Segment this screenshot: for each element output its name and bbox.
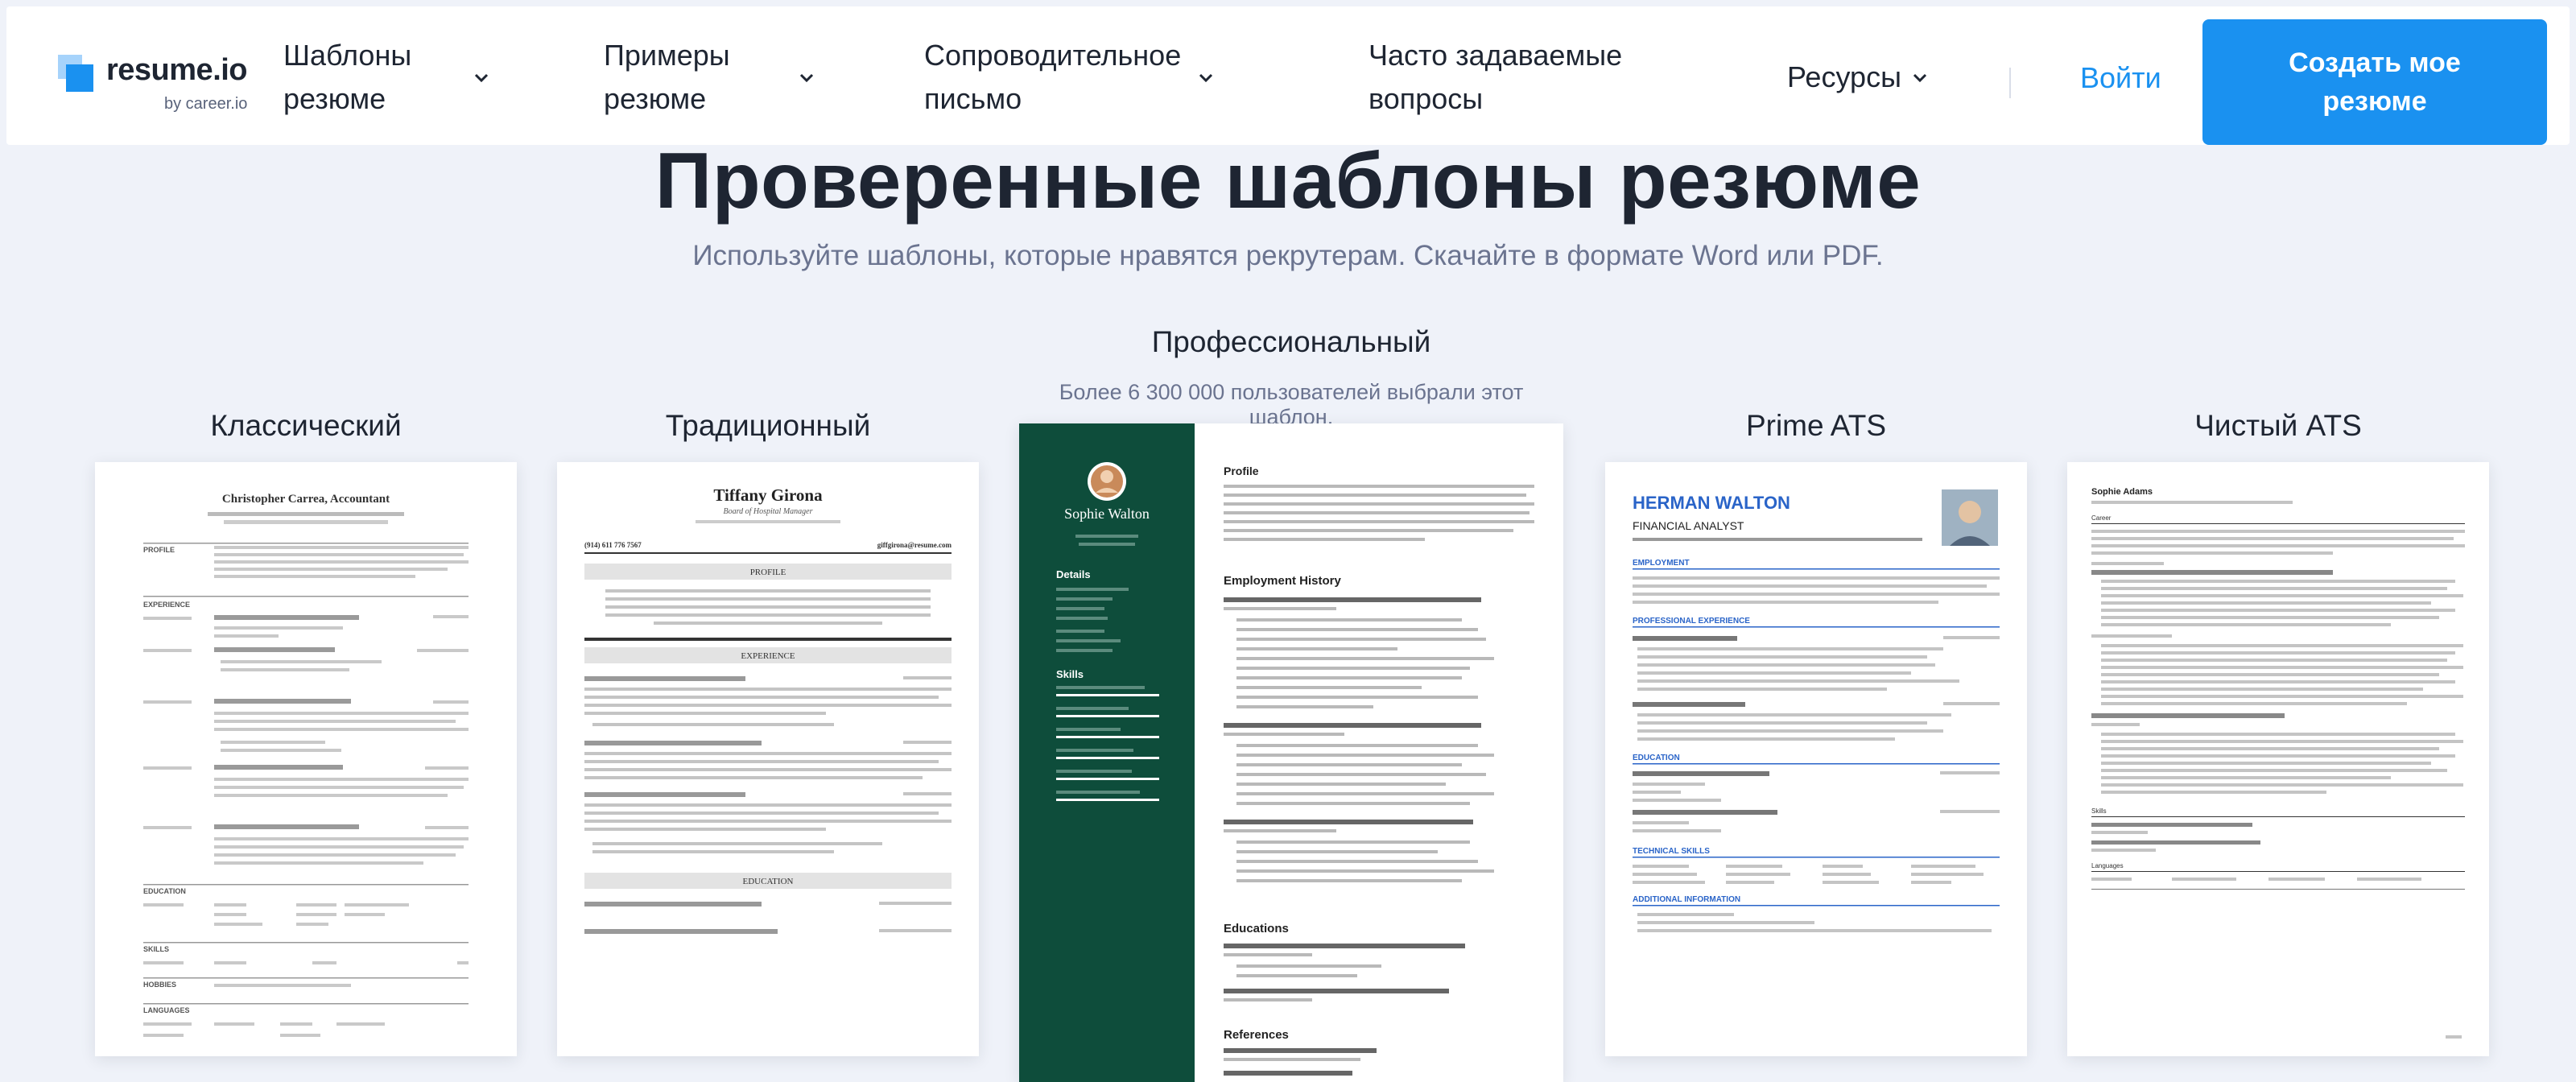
nav-item-faq[interactable]: Часто задаваемые вопросы: [1368, 37, 1622, 118]
traditional-section-profile: PROFILE: [750, 568, 786, 577]
professional-section-profile: Profile: [1224, 465, 1259, 477]
traditional-email: giffgirona@resume.com: [877, 541, 952, 549]
nav-item-cover-letter-line1: Сопроводительное: [924, 39, 1182, 72]
logo-subtitle: by career.io: [164, 95, 248, 113]
nav-item-resume-templates-label: Шаблоны резюме: [283, 34, 411, 121]
chevron-down-icon: [475, 73, 489, 83]
clean-section-skills: Skills: [2091, 807, 2107, 815]
login-link[interactable]: Войти: [2080, 61, 2161, 95]
resume-preview-prime-ats: HERMAN WALTON FINANCIAL ANALYST EMPLOYME…: [1633, 489, 2000, 932]
create-resume-button-line1: Создать мое: [2289, 47, 2461, 78]
professional-name: Sophie Walton: [1064, 506, 1150, 522]
nav-item-resume-examples-line2: резюме: [604, 82, 707, 115]
nav-item-resources-label: Ресурсы: [1787, 60, 1901, 93]
template-card-clean-ats[interactable]: Sophie Adams Career Skills Languages: [2067, 462, 2489, 1056]
prime-section-employment: EMPLOYMENT: [1633, 559, 1690, 568]
logo-mark-icon: [58, 55, 93, 92]
template-card-prime-ats[interactable]: HERMAN WALTON FINANCIAL ANALYST EMPLOYME…: [1605, 462, 2027, 1056]
create-resume-button-line2: резюме: [2322, 86, 2427, 117]
nav-divider: [2009, 68, 2011, 98]
chevron-down-icon: [1199, 73, 1213, 83]
logo-text: resume.io: [106, 53, 248, 87]
classic-section-languages: LANGUAGES: [143, 1006, 190, 1014]
classic-section-skills: SKILLS: [143, 945, 169, 953]
resume-preview-professional: Sophie Walton Details Skills Profile Emp…: [1019, 423, 1534, 1082]
professional-section-employment: Employment History: [1224, 574, 1342, 588]
nav-item-cover-letter-line2: письмо: [924, 82, 1022, 115]
template-label-professional: Профессиональный: [1151, 325, 1431, 358]
traditional-name: Tiffany Girona: [713, 485, 823, 505]
clean-section-languages: Languages: [2091, 862, 2124, 869]
chevron-down-icon: [799, 73, 813, 83]
clean-section-career: Career: [2091, 514, 2112, 522]
professional-section-educations: Educations: [1224, 922, 1289, 935]
classic-name: Christopher Carrea, Accountant: [222, 493, 390, 506]
nav-item-cover-letter-label: Сопроводительное письмо: [924, 34, 1181, 121]
prime-section-additional-info: ADDITIONAL INFORMATION: [1633, 895, 1740, 904]
nav-item-faq-label: Часто задаваемые вопросы: [1368, 34, 1622, 121]
professional-section-references: References: [1224, 1028, 1289, 1042]
resume-preview-clean-ats: Sophie Adams Career Skills Languages: [2091, 487, 2465, 1039]
template-label-traditional: Традиционный: [665, 409, 871, 442]
template-label-prime-ats: Prime ATS: [1745, 409, 1887, 442]
classic-section-experience: EXPERIENCE: [143, 601, 190, 609]
nav-item-resume-examples-label: Примеры резюме: [604, 34, 730, 121]
page-title: Проверенные шаблоны резюме: [654, 136, 1922, 225]
classic-section-profile: PROFILE: [143, 546, 175, 554]
template-popularity-note: Более 6 300 000 пользователей выбрали эт…: [1059, 380, 1524, 429]
template-card-classic[interactable]: Christopher Carrea, Accountant PROFILE E…: [95, 462, 517, 1056]
professional-section-details: Details: [1056, 568, 1091, 580]
resume-io-logo[interactable]: resume.io by career.io: [52, 48, 261, 121]
traditional-section-education: EDUCATION: [743, 877, 794, 886]
traditional-section-experience: EXPERIENCE: [741, 651, 795, 661]
prime-section-education: EDUCATION: [1633, 754, 1680, 762]
prime-section-professional-experience: PROFESSIONAL EXPERIENCE: [1633, 617, 1750, 626]
traditional-phone: (914) 611 776 7567: [584, 541, 642, 549]
chevron-down-icon: [1913, 73, 1927, 83]
nav-item-cover-letter[interactable]: Сопроводительное письмо: [924, 37, 1215, 118]
top-navigation: resume.io by career.io Шаблоны резюме Пр…: [6, 6, 2570, 145]
traditional-role: Board of Hospital Manager: [723, 507, 812, 516]
resume-preview-classic: Christopher Carrea, Accountant PROFILE E…: [143, 493, 469, 1037]
template-label-clean-ats: Чистый ATS: [2194, 409, 2362, 442]
nav-item-faq-line2: вопросы: [1368, 82, 1484, 115]
template-label-classic: Классический: [210, 409, 402, 442]
prime-section-technical-skills: TECHNICAL SKILLS: [1633, 847, 1710, 856]
nav-item-resume-examples-line1: Примеры: [604, 39, 730, 72]
resume-preview-traditional: Tiffany Girona Board of Hospital Manager…: [584, 485, 952, 934]
nav-item-resume-templates-line2: резюме: [283, 82, 386, 115]
nav-item-resume-templates[interactable]: Шаблоны резюме: [283, 37, 490, 118]
nav-item-resources[interactable]: Ресурсы: [1787, 37, 1929, 118]
classic-section-hobbies: HOBBIES: [143, 981, 176, 989]
prime-name: HERMAN WALTON: [1633, 493, 1790, 513]
template-card-traditional[interactable]: Tiffany Girona Board of Hospital Manager…: [557, 462, 979, 1056]
professional-section-skills: Skills: [1056, 668, 1084, 680]
page-subtitle: Используйте шаблоны, которые нравятся ре…: [692, 240, 1884, 271]
prime-photo-avatar: [1942, 489, 1998, 546]
nav-item-faq-line1: Часто задаваемые: [1368, 39, 1623, 72]
create-resume-button-label: Создать мое резюме: [2289, 43, 2461, 121]
classic-section-education: EDUCATION: [143, 887, 186, 895]
nav-item-resume-examples[interactable]: Примеры резюме: [604, 37, 815, 118]
create-resume-button[interactable]: Создать мое резюме: [2202, 19, 2547, 145]
prime-role: FINANCIAL ANALYST: [1633, 519, 1744, 532]
clean-name: Sophie Adams: [2091, 487, 2153, 497]
template-card-professional[interactable]: Sophie Walton Details Skills Profile Emp…: [1019, 423, 1563, 1082]
nav-item-resume-templates-line1: Шаблоны: [283, 39, 412, 72]
